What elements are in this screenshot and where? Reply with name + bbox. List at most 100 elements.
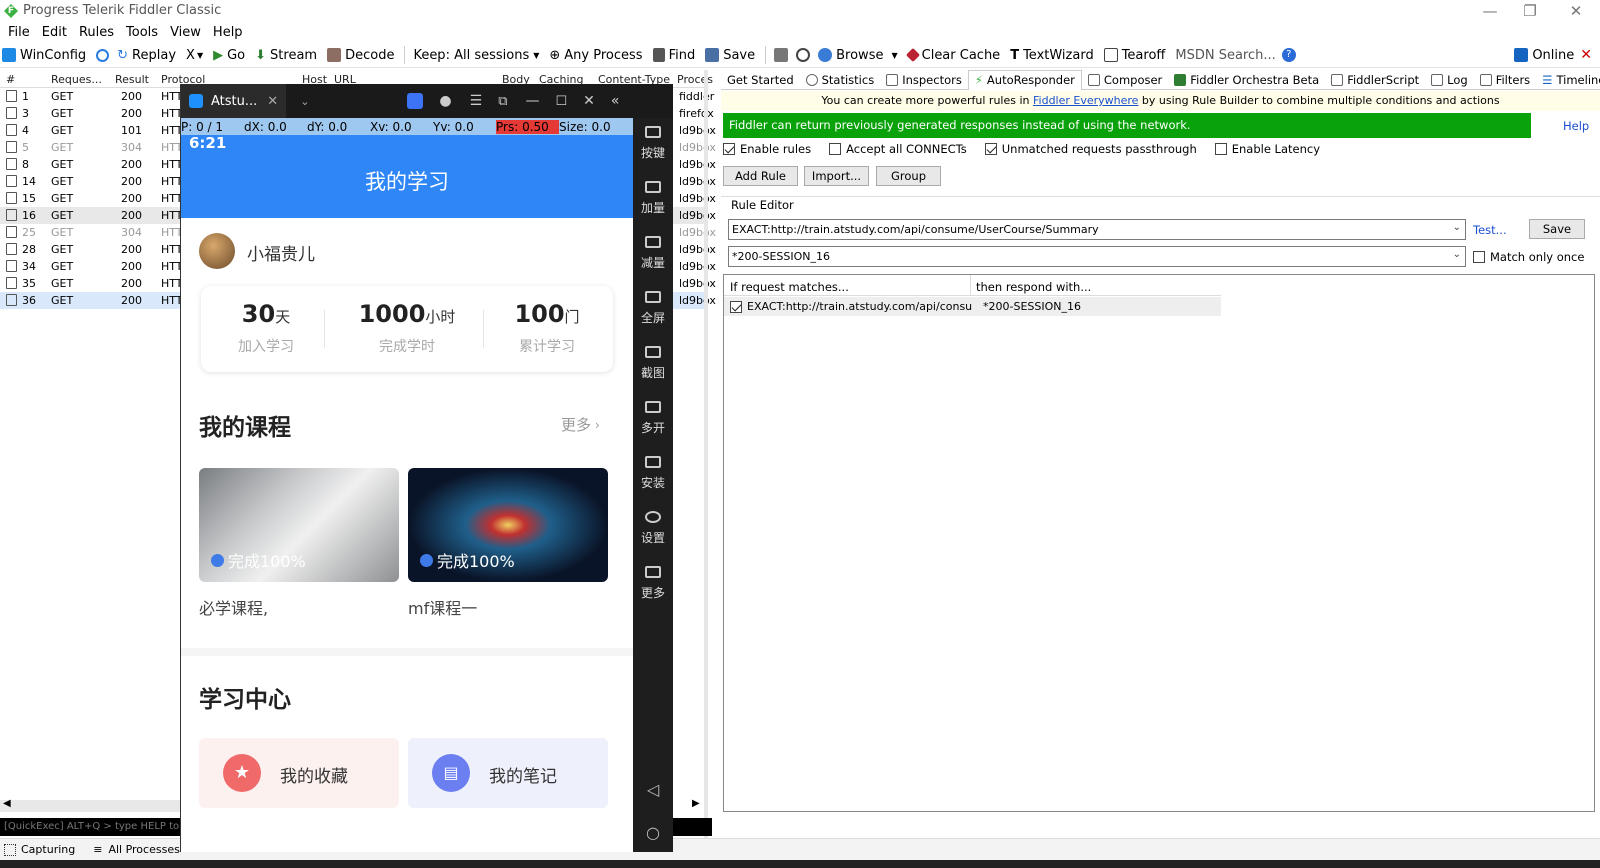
sidebar-fullscreen[interactable]: 全屏 xyxy=(633,291,673,326)
boost-icon[interactable] xyxy=(407,93,424,109)
course-card-2[interactable]: 完成100% xyxy=(408,468,608,582)
close-toolbar-icon[interactable]: ✕ xyxy=(1580,47,1592,63)
course-title-2[interactable]: mf课程一 xyxy=(408,595,477,619)
go-button[interactable]: ▶ Go xyxy=(213,48,245,63)
stat-days[interactable]: 30天 加入学习 xyxy=(201,300,331,356)
rules-grid[interactable]: If request matches... then respond with.… xyxy=(723,274,1595,812)
decode-button[interactable]: Decode xyxy=(327,48,394,63)
menu-rules[interactable]: Rules xyxy=(79,25,114,40)
screenshot-button[interactable] xyxy=(774,48,792,62)
notes-tile[interactable]: ▤ 我的笔记 xyxy=(408,738,608,808)
save-toolbar-button[interactable]: Save xyxy=(705,48,755,63)
tab-composer[interactable]: Composer xyxy=(1082,70,1168,90)
msdn-search-input[interactable]: MSDN Search... xyxy=(1175,48,1275,63)
sidebar-settings[interactable]: 设置 xyxy=(633,511,673,546)
fiddler-everywhere-link[interactable]: Fiddler Everywhere xyxy=(1033,94,1138,107)
menu-help[interactable]: Help xyxy=(213,25,243,40)
replay-button[interactable]: ↻ Replay xyxy=(117,48,176,64)
course-card-1[interactable]: 完成100% xyxy=(199,468,399,582)
passthrough-checkbox[interactable]: Unmatched requests passthrough xyxy=(984,142,1197,156)
rule-enabled-checkbox[interactable] xyxy=(730,300,742,313)
help-link[interactable]: Help xyxy=(1563,119,1589,133)
menu-file[interactable]: File xyxy=(8,25,30,40)
close-button[interactable]: ✕ xyxy=(1556,0,1596,22)
sidebar-multi[interactable]: 多开 xyxy=(633,401,673,436)
browse-button[interactable]: Browse ▼ xyxy=(818,48,898,63)
tab-orchestra[interactable]: Fiddler Orchestra Beta xyxy=(1168,70,1325,90)
clear-cache-button[interactable]: Clear Cache xyxy=(905,48,1000,63)
tab-statistics[interactable]: Statistics xyxy=(800,70,881,90)
back-icon[interactable]: ◁ xyxy=(633,780,673,799)
horizontal-scrollbar-right[interactable]: ▶ xyxy=(672,798,704,812)
chevron-down-icon[interactable]: ⌄ xyxy=(300,95,309,108)
remove-button[interactable]: X ▼ xyxy=(186,48,203,63)
import-button[interactable]: Import... xyxy=(804,166,869,186)
sidebar-volume-up[interactable]: 加量 xyxy=(633,181,673,216)
winconfig-button[interactable]: WinConfig xyxy=(2,48,86,63)
tab-timeline[interactable]: ☰Timeline xyxy=(1536,70,1600,90)
help-button[interactable]: ? xyxy=(1281,48,1300,62)
sidebar-screenshot[interactable]: 截图 xyxy=(633,346,673,381)
home-icon[interactable]: ○ xyxy=(633,823,673,842)
screen-icon[interactable]: ⧉ xyxy=(498,94,507,109)
respond-combo[interactable]: *200-SESSION_16 ⌄ xyxy=(728,246,1466,267)
scroll-right-icon[interactable]: ▶ xyxy=(692,798,700,809)
tab-filters[interactable]: Filters xyxy=(1474,70,1536,90)
stat-hours[interactable]: 1000小时 完成学时 xyxy=(342,300,472,356)
stat-courses[interactable]: 100门 累计学习 xyxy=(482,300,612,356)
col-then-respond[interactable]: then respond with... xyxy=(976,280,1091,294)
account-icon[interactable]: ● xyxy=(439,93,451,109)
maximize-icon[interactable]: ☐ xyxy=(555,94,567,109)
col-result[interactable]: Result xyxy=(115,73,149,86)
restore-button[interactable]: ❐ xyxy=(1510,0,1550,22)
keep-sessions-dropdown[interactable]: Keep: All sessions ▼ xyxy=(413,48,539,63)
scroll-left-icon[interactable]: ◀ xyxy=(3,798,11,809)
capturing-toggle[interactable]: Capturing xyxy=(4,843,75,856)
tab-log[interactable]: Log xyxy=(1425,70,1474,90)
sidebar-install[interactable]: 安装 xyxy=(633,456,673,491)
test-link[interactable]: Test... xyxy=(1473,223,1507,237)
close-tab-icon[interactable]: ✕ xyxy=(267,94,278,109)
collapse-icon[interactable]: « xyxy=(611,93,620,109)
stream-button[interactable]: ⬇ Stream xyxy=(255,48,317,63)
tab-inspectors[interactable]: Inspectors xyxy=(880,70,968,90)
tab-fiddlerscript[interactable]: FiddlerScript xyxy=(1325,70,1425,90)
rule-row[interactable]: EXACT:http://train.atstudy.com/api/consu… xyxy=(724,297,1221,316)
menu-edit[interactable]: Edit xyxy=(42,25,67,40)
menu-tools[interactable]: Tools xyxy=(126,25,158,40)
save-rule-button[interactable]: Save xyxy=(1529,219,1585,239)
enable-latency-checkbox[interactable]: Enable Latency xyxy=(1214,142,1320,156)
comment-button[interactable] xyxy=(96,48,113,62)
col-if-request[interactable]: If request matches... xyxy=(730,280,849,294)
avatar[interactable] xyxy=(199,233,235,269)
textwizard-button[interactable]: T TextWizard xyxy=(1010,48,1094,63)
course-title-1[interactable]: 必学课程, xyxy=(199,595,268,619)
more-link[interactable]: 更多 › xyxy=(561,414,600,435)
menu-icon[interactable]: ☰ xyxy=(470,93,483,109)
phone-screen[interactable]: 6:21 我的学习 P: 0 / 1 dX: 0.0 dY: 0.0 Xv: 0… xyxy=(181,118,633,852)
tab-autoresponder[interactable]: ⚡ AutoResponder xyxy=(967,69,1082,90)
minimize-button[interactable]: — xyxy=(1470,0,1510,22)
tab-get-started[interactable]: Get Started xyxy=(721,70,800,90)
group-button[interactable]: Group xyxy=(876,166,941,186)
horizontal-scrollbar[interactable]: ◀ xyxy=(0,798,180,812)
add-rule-button[interactable]: Add Rule xyxy=(723,166,798,186)
enable-rules-checkbox[interactable]: Enable rules xyxy=(723,142,811,156)
menu-view[interactable]: View xyxy=(170,25,201,40)
sidebar-volume-down[interactable]: 减量 xyxy=(633,236,673,271)
sidebar-keys[interactable]: 按键 xyxy=(633,126,673,161)
find-button[interactable]: Find xyxy=(652,48,695,63)
close-icon[interactable]: ✕ xyxy=(583,93,595,109)
favorites-tile[interactable]: ★ 我的收藏 xyxy=(199,738,399,808)
timer-button[interactable] xyxy=(796,48,814,62)
col-number[interactable]: # xyxy=(6,73,15,86)
online-indicator[interactable]: Online xyxy=(1514,48,1574,63)
accept-connects-checkbox[interactable]: Accept all CONNECTs xyxy=(829,142,967,156)
process-filter[interactable]: ≡ All Processes xyxy=(93,843,180,856)
minimize-icon[interactable]: — xyxy=(525,93,539,109)
splitter[interactable] xyxy=(704,70,708,838)
tearoff-button[interactable]: Tearoff xyxy=(1103,48,1165,63)
emulator-tab[interactable]: Atstu... ✕ xyxy=(181,84,287,118)
match-combo[interactable]: EXACT:http://train.atstudy.com/api/consu… xyxy=(728,219,1466,240)
sidebar-more[interactable]: 更多 xyxy=(633,566,673,601)
